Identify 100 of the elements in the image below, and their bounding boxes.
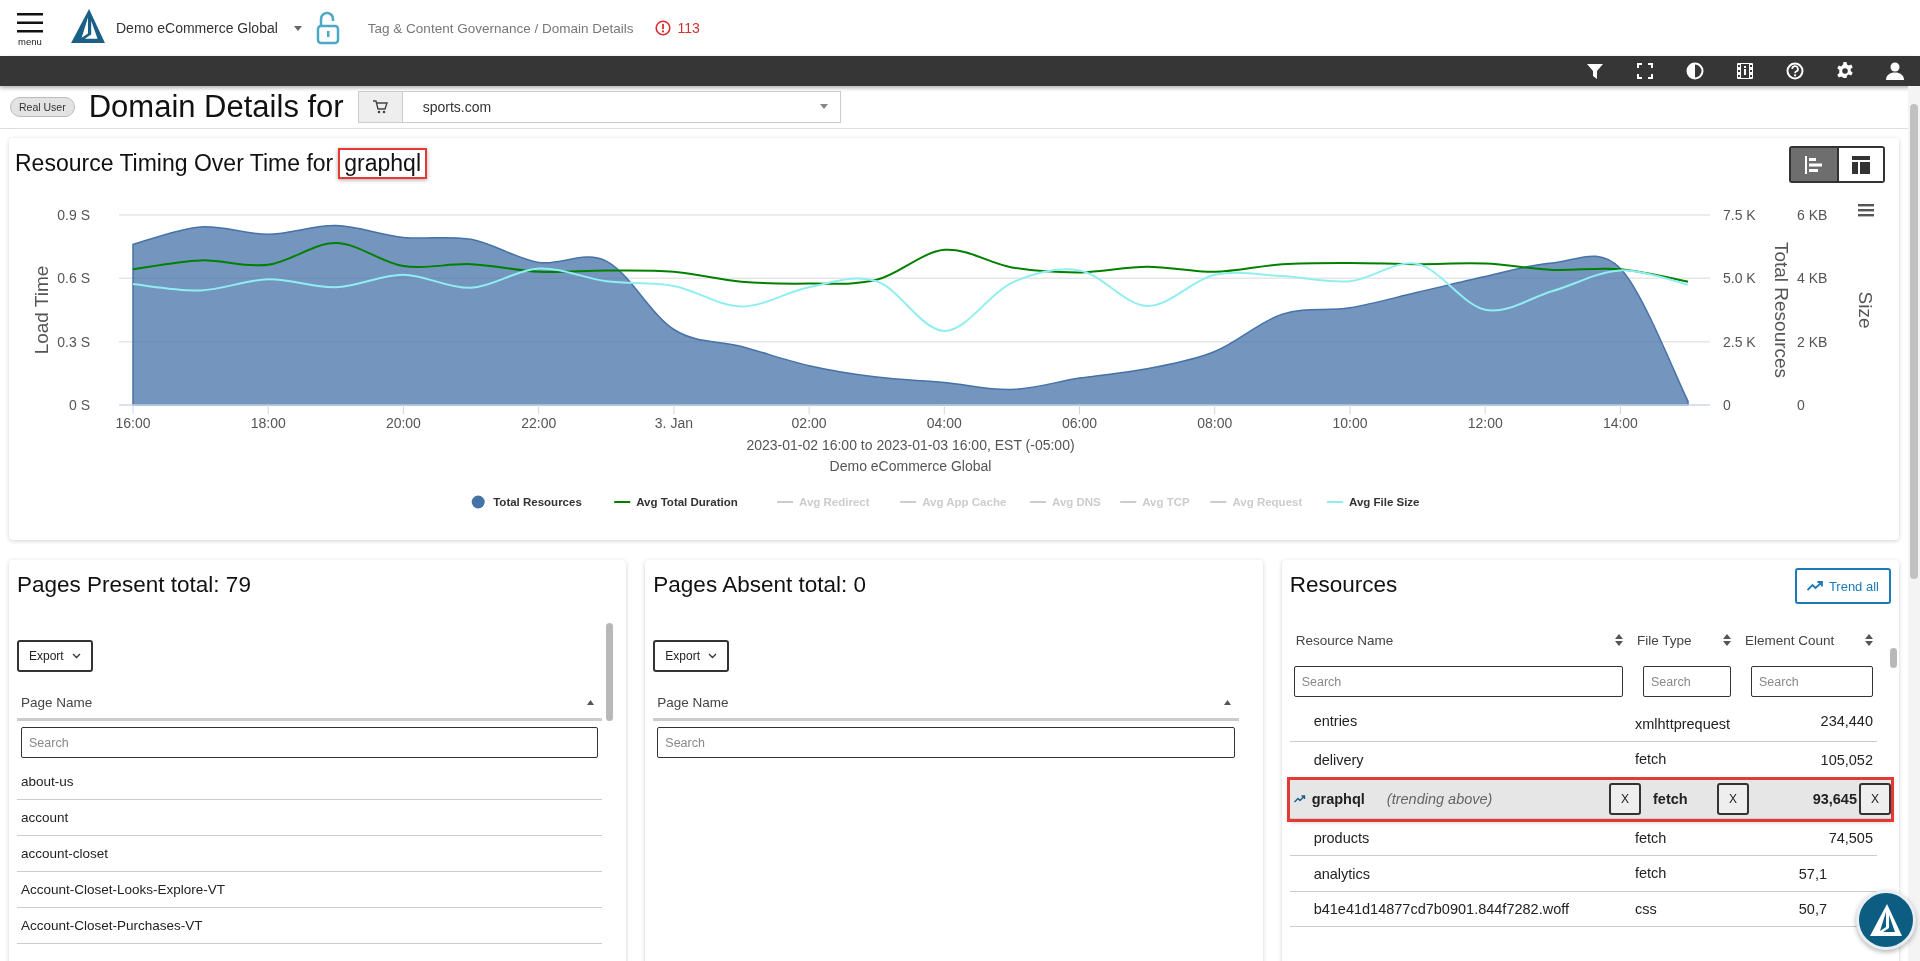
scrollbar-thumb[interactable] xyxy=(606,623,614,721)
card-title: Pages Present total: 79 xyxy=(17,572,252,598)
sort-icon[interactable] xyxy=(1723,634,1731,646)
chart-menu-icon[interactable] xyxy=(1858,204,1874,217)
table-cell[interactable]: entries xyxy=(1293,713,1623,729)
table-cell[interactable]: account xyxy=(17,800,603,836)
table-cell-text: 57,1 xyxy=(1797,865,1827,882)
chart-caption: Demo eCommerce Global xyxy=(829,458,992,474)
chart-title: Resource Timing Over Time for xyxy=(15,150,334,177)
table-cell[interactable]: about-us xyxy=(17,764,603,800)
table-cell-text: fetch xyxy=(1635,750,1668,770)
table-cell[interactable]: products xyxy=(1293,830,1623,847)
y-tick-label: 0.6 S xyxy=(57,270,90,287)
column-header[interactable]: Page Name xyxy=(17,686,603,721)
layout-icon xyxy=(1851,154,1871,175)
table-cell[interactable]: b41e41d14877cd7b0901.844f7282.woff xyxy=(1293,901,1623,918)
view-toggle[interactable] xyxy=(1791,148,1837,181)
sort-icon[interactable] xyxy=(1615,634,1623,646)
x-tick-label: 20:00 xyxy=(385,415,421,431)
x-tick-label: 3. Jan xyxy=(654,415,693,431)
chevron-icon xyxy=(71,653,81,659)
chart-caption: 2023-01-02 16:00 to 2023-01-03 16:00, EST (-05:00) xyxy=(746,437,1075,453)
clear-button[interactable]: X xyxy=(1609,782,1641,815)
menu-button[interactable]: menu xyxy=(0,9,58,47)
sort-icon[interactable] xyxy=(1223,699,1231,705)
fullscreen-icon[interactable] xyxy=(1636,62,1654,80)
scrollbar-thumb[interactable] xyxy=(1910,104,1918,579)
user-icon[interactable] xyxy=(1886,62,1904,80)
column-header[interactable]: Page Name xyxy=(653,686,1239,721)
trend-note: (trending above) xyxy=(1386,790,1493,807)
trend-icon xyxy=(1806,581,1823,591)
y-tick-label: 5.0 K xyxy=(1723,270,1756,287)
filter-icon[interactable] xyxy=(1586,62,1604,80)
export-button[interactable]: Export xyxy=(17,640,93,672)
table-cell: fetch xyxy=(1653,790,1688,807)
mode-tag: Real User xyxy=(10,96,75,117)
export-button[interactable]: Export xyxy=(653,640,729,672)
search-field[interactable]: Search xyxy=(1293,666,1623,697)
bar-chart-icon xyxy=(1804,154,1824,175)
axis-title: Load Time xyxy=(31,265,52,355)
contrast-icon[interactable] xyxy=(1686,62,1704,80)
chart-subject: graphql xyxy=(338,148,427,179)
search-field[interactable]: Search xyxy=(657,727,1235,758)
view-toggle[interactable] xyxy=(1837,148,1883,181)
x-tick-label: 06:00 xyxy=(1062,415,1097,431)
chevron-icon xyxy=(708,653,717,659)
x-tick-label: 14:00 xyxy=(1602,415,1638,431)
table-cell-text: xmlhttprequest xyxy=(1635,715,1731,734)
axis-title: Total Resources xyxy=(1771,241,1792,379)
table-cell[interactable]: Account-Closet-Looks-Explore-VT xyxy=(17,872,603,908)
film-info-icon[interactable] xyxy=(1736,62,1754,80)
table-cell-text: fetch xyxy=(1635,828,1668,848)
column-header[interactable]: File Type xyxy=(1635,632,1731,648)
settings-icon[interactable] xyxy=(1836,62,1854,80)
search-field[interactable]: Search xyxy=(1643,666,1731,697)
legend-label: Avg File Size xyxy=(1349,496,1420,508)
table-cell[interactable]: Account-Closet-Purchases-VT xyxy=(17,908,603,944)
y-tick-label: 4 KB xyxy=(1797,270,1828,287)
axis-title: Size xyxy=(1855,291,1876,329)
legend-label: Avg Total Duration xyxy=(636,496,738,508)
y-tick-label: 6 KB xyxy=(1797,207,1828,223)
search-field[interactable]: Search xyxy=(21,727,599,758)
clear-button[interactable]: X xyxy=(1859,782,1891,815)
table-cell[interactable]: delivery xyxy=(1293,751,1623,768)
table-row[interactable]: graphql (trending above) X fetch X 93,645 X xyxy=(1289,779,1891,819)
table-cell: graphql xyxy=(1311,790,1365,807)
alert-icon[interactable] xyxy=(655,20,672,36)
table-cell-text: 74,505 xyxy=(1827,830,1873,847)
logo xyxy=(1869,903,1903,937)
table-cell[interactable]: analytics xyxy=(1293,865,1623,882)
table-cell-text: fetch xyxy=(1635,864,1668,884)
scrollbar-thumb[interactable] xyxy=(1890,648,1897,668)
logo xyxy=(70,8,106,44)
domain-select[interactable]: sports.com xyxy=(357,90,841,123)
table-cell[interactable]: account-closet xyxy=(17,836,603,872)
column-header[interactable]: Element Count xyxy=(1743,632,1873,648)
clear-button[interactable]: X xyxy=(1717,782,1749,815)
table-cell-text: css xyxy=(1635,899,1658,919)
column-header[interactable]: Resource Name xyxy=(1293,632,1623,648)
sort-icon[interactable] xyxy=(1865,634,1873,646)
x-tick-label: 12:00 xyxy=(1467,415,1503,431)
x-tick-label: 18:00 xyxy=(250,415,286,431)
table-cell: 93,645 xyxy=(1812,790,1857,807)
x-tick-label: 02:00 xyxy=(791,415,827,431)
trend-all-button[interactable]: Trend all xyxy=(1794,568,1891,604)
table-cell-text: 50,7 xyxy=(1797,901,1827,918)
table-cell-text: 105,052 xyxy=(1819,751,1873,768)
account-dropdown[interactable]: Demo eCommerce Global xyxy=(116,20,302,36)
legend-label: Total Resources xyxy=(493,496,582,508)
search-field[interactable]: Search xyxy=(1751,666,1873,697)
legend-item[interactable]: Avg File Size xyxy=(1326,496,1420,508)
legend-item[interactable]: Total Resources xyxy=(471,495,582,509)
breadcrumb: Tag & Content Governance / Domain Details xyxy=(367,20,634,36)
x-tick-label: 10:00 xyxy=(1332,415,1368,431)
help-icon[interactable] xyxy=(1786,62,1804,80)
legend-item[interactable]: Avg Total Duration xyxy=(613,496,738,508)
x-tick-label: 04:00 xyxy=(926,415,962,431)
padlock-icon[interactable] xyxy=(315,11,340,45)
sort-icon[interactable] xyxy=(587,699,595,705)
x-tick-label: 16:00 xyxy=(115,415,151,431)
